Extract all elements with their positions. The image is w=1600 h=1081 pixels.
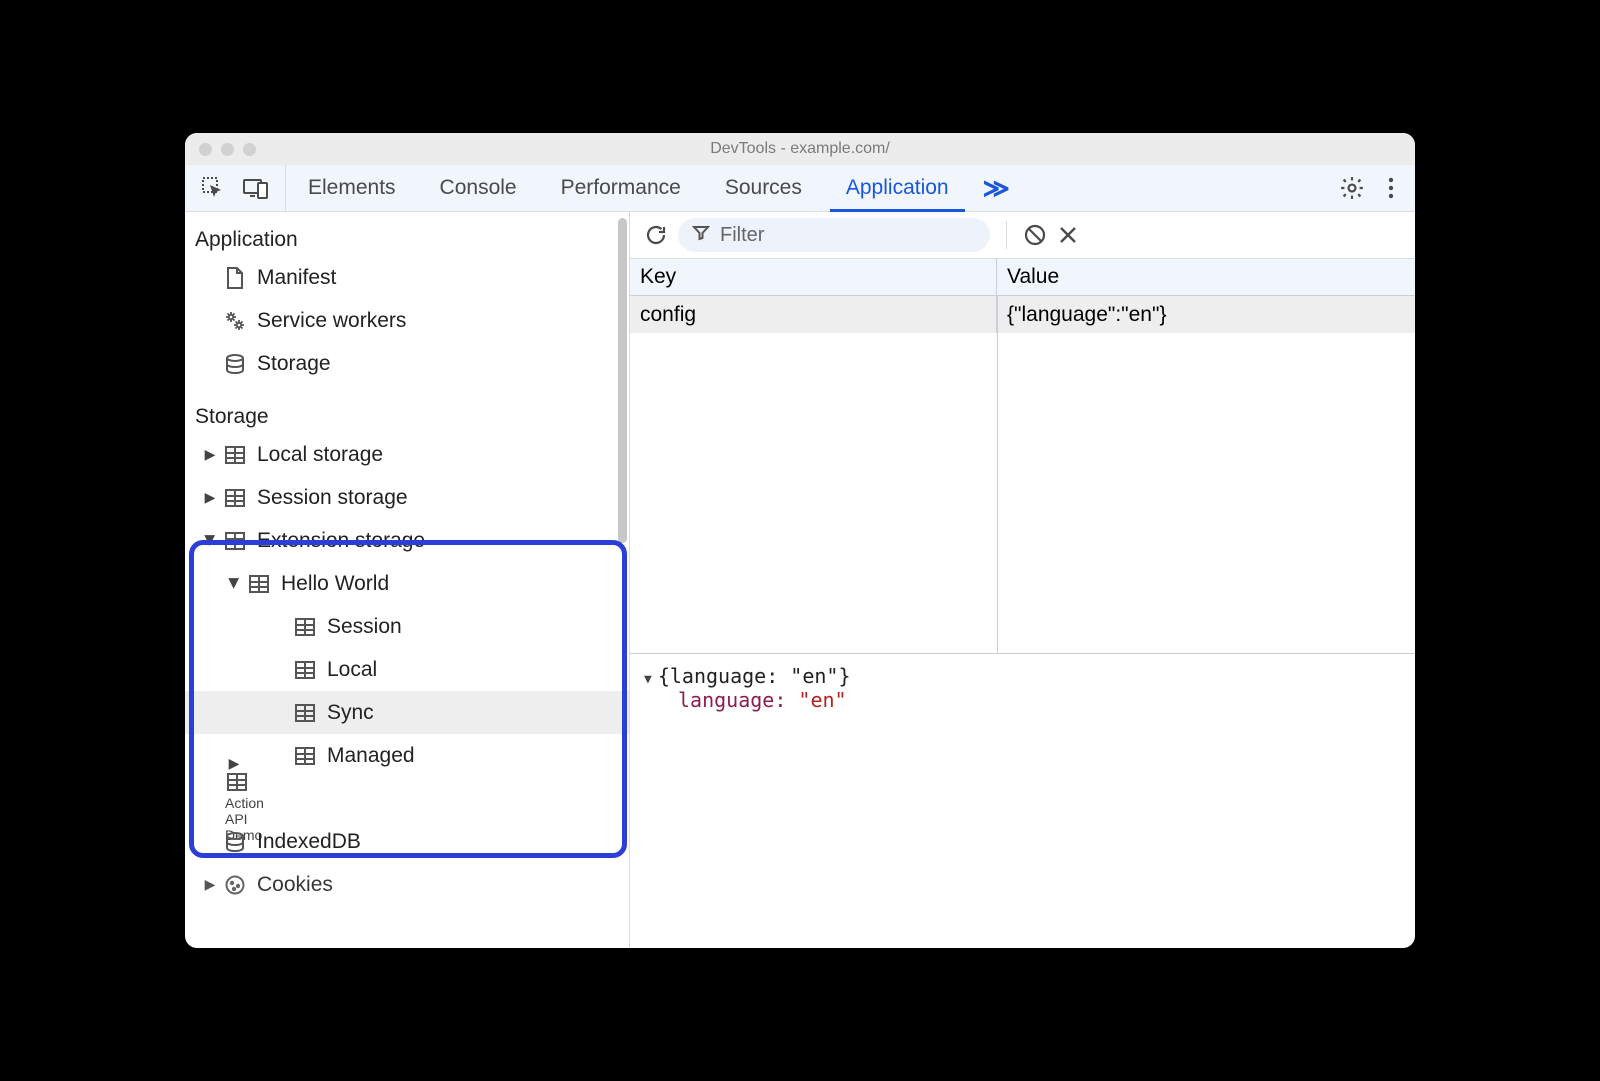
sidebar-item-manifest[interactable]: Manifest: [185, 256, 629, 299]
titlebar: DevTools - example.com/: [185, 133, 1415, 165]
table-icon: [293, 617, 317, 637]
tab-performance[interactable]: Performance: [539, 165, 703, 211]
table-icon: [223, 488, 247, 508]
storage-table: Key Value config {"language":"en"}: [630, 259, 1415, 654]
sidebar-item-storage[interactable]: Storage: [185, 342, 629, 385]
sidebar-item-session-storage[interactable]: Session storage: [185, 476, 629, 519]
sidebar-item-sync[interactable]: Sync: [185, 691, 629, 734]
preview-summary[interactable]: ▼ {language: "en"}: [644, 664, 1401, 688]
chevron-right-icon[interactable]: Action API Demo: [225, 755, 243, 843]
chevron-down-icon[interactable]: ▼: [644, 672, 652, 687]
cell-value[interactable]: {"language":"en"}: [997, 296, 1415, 333]
sidebar-item-managed[interactable]: Managed: [185, 734, 629, 777]
close-icon[interactable]: [1057, 224, 1079, 246]
divider: [1006, 221, 1007, 249]
cookie-icon: [223, 874, 247, 896]
tab-console[interactable]: Console: [418, 165, 539, 211]
column-key[interactable]: Key: [630, 259, 997, 295]
minimize-window-icon[interactable]: [221, 143, 234, 156]
sidebar-item-label: Cookies: [257, 873, 333, 897]
tab-elements[interactable]: Elements: [286, 165, 418, 211]
chevron-right-icon[interactable]: [201, 446, 219, 463]
inspect-element-icon[interactable]: [201, 176, 225, 200]
table-icon: [225, 772, 249, 792]
section-application: Application: [185, 222, 629, 256]
sidebar-item-label: Service workers: [257, 309, 406, 333]
sidebar-item-service-workers[interactable]: Service workers: [185, 299, 629, 342]
chevron-right-icon[interactable]: [201, 876, 219, 893]
application-sidebar: Application Manifest Service workers Sto…: [185, 212, 630, 948]
database-icon: [223, 353, 247, 375]
filter-input[interactable]: [720, 224, 976, 247]
sidebar-item-label: Hello World: [281, 572, 389, 596]
sidebar-item-hello-world[interactable]: Hello World: [185, 562, 629, 605]
table-icon: [293, 703, 317, 723]
preview-property[interactable]: language: "en": [644, 688, 1401, 712]
gears-icon: [223, 310, 247, 332]
sidebar-item-label: Local: [327, 658, 377, 682]
preview-key: language: [678, 688, 774, 712]
value-preview: ▼ {language: "en"} language: "en": [630, 654, 1415, 948]
filter-field[interactable]: [678, 218, 990, 252]
preview-value: "en": [798, 688, 846, 712]
sidebar-item-label: Extension storage: [257, 529, 425, 553]
column-divider[interactable]: [997, 296, 998, 653]
sidebar-item-label: Manifest: [257, 266, 336, 290]
scrollbar[interactable]: [618, 218, 627, 543]
sidebar-item-label: Storage: [257, 352, 331, 376]
filter-icon: [692, 224, 710, 247]
tabs-overflow-icon[interactable]: ≫: [971, 165, 1022, 211]
preview-summary-text: {language: "en"}: [658, 664, 851, 688]
device-toolbar-icon[interactable]: [243, 177, 269, 199]
table-row[interactable]: config {"language":"en"}: [630, 296, 1415, 333]
table-icon: [247, 574, 271, 594]
cell-key[interactable]: config: [630, 296, 997, 333]
table-icon: [293, 746, 317, 766]
section-storage: Storage: [185, 399, 629, 433]
table-icon: [223, 445, 247, 465]
column-value[interactable]: Value: [997, 259, 1415, 295]
storage-panel: Key Value config {"language":"en"} ▼ {lan…: [630, 212, 1415, 948]
sidebar-item-local-storage[interactable]: Local storage: [185, 433, 629, 476]
sidebar-item-extension-storage[interactable]: Extension storage: [185, 519, 629, 562]
database-icon: [223, 831, 247, 853]
kebab-menu-icon[interactable]: [1387, 176, 1395, 200]
close-window-icon[interactable]: [199, 143, 212, 156]
document-icon: [223, 266, 247, 290]
tab-sources[interactable]: Sources: [703, 165, 824, 211]
tab-application[interactable]: Application: [824, 165, 971, 211]
sidebar-item-cookies[interactable]: Cookies: [185, 863, 629, 906]
sidebar-item-label: Local storage: [257, 443, 383, 467]
storage-toolbar: [630, 212, 1415, 259]
sidebar-item-label: Sync: [327, 701, 374, 725]
sidebar-item-action-api-demo[interactable]: Action API Demo: [185, 777, 629, 820]
sidebar-item-label: Session storage: [257, 486, 408, 510]
sidebar-item-label: Session: [327, 615, 402, 639]
devtools-window: DevTools - example.com/ Elements Console…: [185, 133, 1415, 948]
table-icon: [223, 531, 247, 551]
block-icon[interactable]: [1023, 223, 1047, 247]
chevron-down-icon[interactable]: [225, 575, 243, 592]
refresh-icon[interactable]: [644, 223, 668, 247]
sidebar-item-label: Managed: [327, 744, 415, 768]
table-header: Key Value: [630, 259, 1415, 296]
chevron-right-icon[interactable]: [201, 489, 219, 506]
sidebar-item-label: IndexedDB: [257, 830, 361, 854]
main-toolbar: Elements Console Performance Sources App…: [185, 165, 1415, 212]
maximize-window-icon[interactable]: [243, 143, 256, 156]
table-icon: [293, 660, 317, 680]
sidebar-item-local[interactable]: Local: [185, 648, 629, 691]
sidebar-item-session[interactable]: Session: [185, 605, 629, 648]
gear-icon[interactable]: [1339, 175, 1365, 201]
traffic-lights[interactable]: [185, 143, 256, 156]
chevron-down-icon[interactable]: [201, 532, 219, 549]
window-title: DevTools - example.com/: [185, 140, 1415, 158]
